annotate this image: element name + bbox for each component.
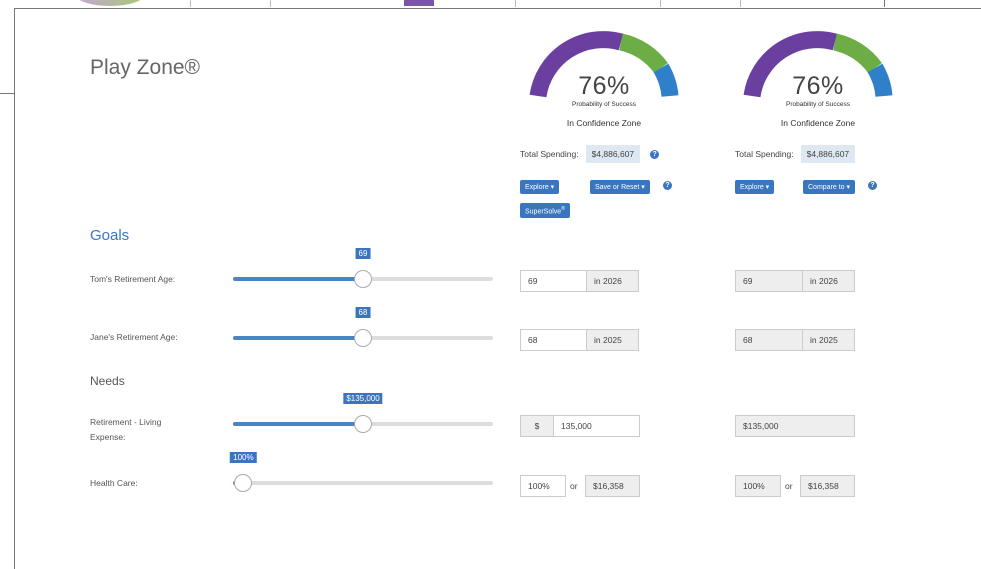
- compare-living-expense: $135,000: [735, 415, 855, 437]
- compare-health-care-percent: 100%: [735, 475, 781, 497]
- total-spending-scenario-2: Total Spending: $4,886,607: [735, 145, 856, 163]
- retirement-year: in 2025: [586, 329, 639, 351]
- goals-heading: Goals: [90, 227, 130, 244]
- divider: [270, 0, 271, 7]
- slider-thumb[interactable]: [354, 415, 372, 433]
- slider-fill: [233, 277, 363, 281]
- compare-retirement-year: in 2025: [802, 329, 855, 351]
- gauge-scenario-1: 76% Probability of Success In Confidence…: [524, 30, 684, 140]
- zone-label: In Confidence Zone: [566, 118, 642, 128]
- living-expense-label-line: Expense:: [90, 432, 126, 442]
- health-care-amount: $16,358: [585, 475, 640, 497]
- explore-button[interactable]: Explore ▾: [735, 180, 775, 194]
- living-expense-slider[interactable]: $135,000: [233, 393, 493, 433]
- slider-tooltip: $135,000: [343, 393, 383, 404]
- top-toolbar-fragment: [0, 0, 981, 8]
- probability-label: Probability of Success: [572, 101, 636, 108]
- or-label: or: [785, 481, 793, 491]
- supersolve-button[interactable]: SuperSolve®: [520, 203, 570, 219]
- or-label: or: [570, 481, 578, 491]
- slider-thumb[interactable]: [354, 270, 372, 288]
- probability-percent: 76%: [792, 72, 844, 100]
- total-spending-value: $4,886,607: [800, 145, 856, 163]
- gauge-scenario-2: 76% Probability of Success In Confidence…: [738, 30, 898, 140]
- page-title: Play Zone®: [90, 56, 201, 79]
- triangle-marker-icon: [832, 58, 846, 72]
- supersolve-label: SuperSolve: [525, 208, 562, 216]
- total-spending-label: Total Spending:: [520, 149, 579, 159]
- living-expense-label-line: Retirement - Living: [90, 417, 162, 427]
- slider-tooltip: 69: [355, 248, 371, 259]
- divider: [740, 0, 741, 7]
- slider-fill: [233, 336, 363, 340]
- toms-retirement-age-slider[interactable]: 69: [233, 248, 493, 288]
- toolbar-icon: [404, 0, 434, 6]
- total-spending-scenario-1: Total Spending: $4,886,607 ?: [520, 145, 660, 163]
- janes-retirement-age-slider[interactable]: 68: [233, 307, 493, 347]
- divider: [884, 0, 885, 7]
- divider: [660, 0, 661, 7]
- compare-toms-age: 69: [735, 270, 803, 292]
- compare-health-care-amount: $16,358: [800, 475, 855, 497]
- toms-age-input[interactable]: 69: [520, 270, 587, 292]
- save-or-reset-button[interactable]: Save or Reset ▾: [590, 180, 650, 194]
- toms-retirement-age-label: Tom's Retirement Age:: [90, 274, 176, 284]
- help-icon[interactable]: ?: [868, 181, 877, 190]
- health-care-slider[interactable]: 100%: [230, 452, 493, 492]
- total-spending-label: Total Spending:: [735, 149, 794, 159]
- app-logo: [75, 0, 145, 6]
- help-icon[interactable]: ?: [663, 181, 672, 190]
- retirement-year: in 2026: [586, 270, 639, 292]
- probability-label: Probability of Success: [786, 101, 850, 108]
- help-icon[interactable]: ?: [650, 149, 660, 159]
- divider: [0, 93, 14, 94]
- currency-symbol: $: [520, 415, 554, 437]
- registered-mark: ®: [561, 206, 565, 212]
- compare-janes-age: 68: [735, 329, 803, 351]
- compare-retirement-year: in 2026: [802, 270, 855, 292]
- slider-tooltip: 68: [355, 307, 371, 318]
- needs-heading: Needs: [90, 374, 125, 388]
- health-care-label: Health Care:: [90, 478, 138, 488]
- living-expense-input[interactable]: 135,000: [553, 415, 640, 437]
- slider-tooltip: 100%: [230, 452, 257, 463]
- janes-retirement-age-label: Jane's Retirement Age:: [90, 332, 178, 342]
- health-care-percent-input[interactable]: 100%: [520, 475, 566, 497]
- slider-thumb[interactable]: [354, 329, 372, 347]
- janes-age-input[interactable]: 68: [520, 329, 587, 351]
- explore-button[interactable]: Explore ▾: [520, 180, 560, 194]
- divider: [515, 0, 516, 7]
- zone-label: In Confidence Zone: [780, 118, 856, 128]
- compare-to-button[interactable]: Compare to ▾: [803, 180, 856, 194]
- slider-fill: [233, 422, 363, 426]
- divider: [190, 0, 191, 7]
- triangle-marker-icon: [618, 58, 632, 72]
- living-expense-label: Retirement - Living Expense:: [90, 415, 161, 445]
- total-spending-value: $4,886,607: [585, 145, 641, 163]
- probability-percent: 76%: [578, 72, 630, 100]
